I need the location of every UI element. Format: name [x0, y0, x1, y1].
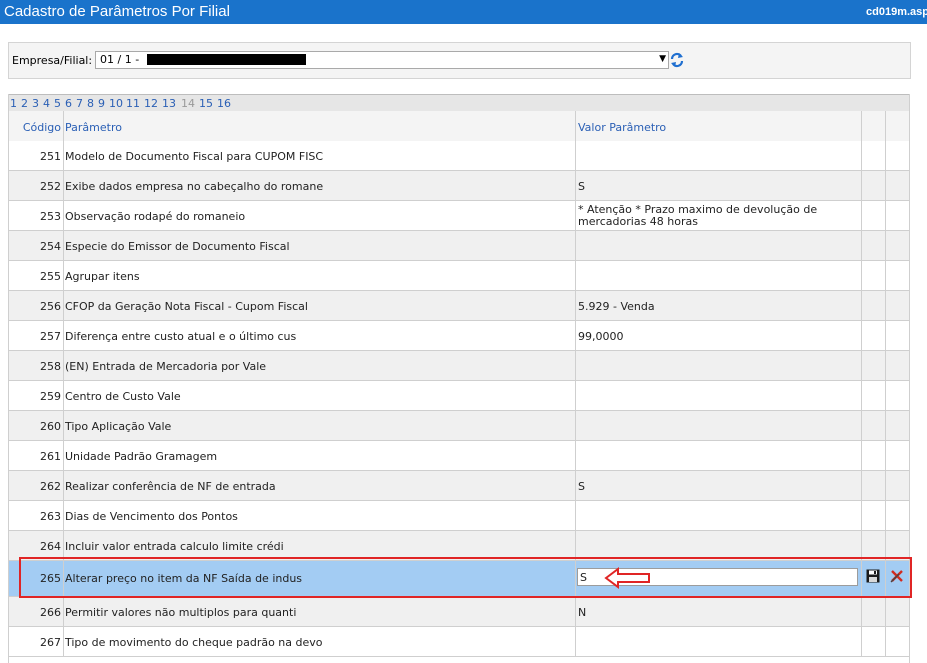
table-header: Código Parâmetro Valor Parâmetro [9, 111, 909, 142]
row-value: 99,0000 [578, 330, 624, 343]
empresa-filial-value: 01 / 1 - [100, 53, 140, 66]
row-param: Modelo de Documento Fiscal para CUPOM FI… [65, 150, 324, 163]
row-code: 252 [40, 180, 61, 193]
row-param: Dias de Vencimento dos Pontos [65, 510, 238, 523]
row-code: 254 [40, 240, 61, 253]
row-code: 263 [40, 510, 61, 523]
row-param: Especie do Emissor de Documento Fiscal [65, 240, 290, 253]
table-row[interactable]: 263 Dias de Vencimento dos Pontos [9, 501, 909, 531]
table-row[interactable]: 256 CFOP da Geração Nota Fiscal - Cupom … [9, 291, 909, 321]
row-code: 257 [40, 330, 61, 343]
page-link-7[interactable]: 7 [76, 97, 83, 110]
row-code: 253 [40, 210, 61, 223]
row-code: 266 [40, 606, 61, 619]
table-row[interactable]: 254 Especie do Emissor de Documento Fisc… [9, 231, 909, 261]
row-code: 267 [40, 636, 61, 649]
row-param: CFOP da Geração Nota Fiscal - Cupom Fisc… [65, 300, 308, 313]
empresa-filial-label: Empresa/Filial: [12, 54, 93, 67]
page-link-10[interactable]: 10 [109, 97, 123, 110]
table-row[interactable]: 258 (EN) Entrada de Mercadoria por Vale [9, 351, 909, 381]
page-link-9[interactable]: 9 [98, 97, 105, 110]
row-code: 262 [40, 480, 61, 493]
page-link-12[interactable]: 12 [144, 97, 158, 110]
row-value: N [578, 606, 587, 619]
row-code: 259 [40, 390, 61, 403]
row-param: Centro de Custo Vale [65, 390, 181, 403]
table-row[interactable]: 251 Modelo de Documento Fiscal para CUPO… [9, 141, 909, 171]
row-code: 264 [40, 540, 61, 553]
page-link-11[interactable]: 11 [126, 97, 140, 110]
row-code: 261 [40, 450, 61, 463]
redacted-company-name [147, 54, 306, 65]
row-code: 260 [40, 420, 61, 433]
header-param[interactable]: Parâmetro [65, 121, 122, 134]
row-param: Agrupar itens [65, 270, 140, 283]
page-link-4[interactable]: 4 [43, 97, 50, 110]
table-row[interactable]: 253 Observação rodapé do romaneio * Aten… [9, 201, 909, 231]
header-value[interactable]: Valor Parâmetro [578, 121, 666, 134]
row-param: Realizar conferência de NF de entrada [65, 480, 276, 493]
row-code: 258 [40, 360, 61, 373]
annotation-arrow-icon [604, 567, 650, 589]
empresa-filial-select[interactable]: 01 / 1 - ▼ [95, 51, 669, 69]
row-param: Tipo de movimento do cheque padrão na de… [65, 636, 323, 649]
table-row[interactable]: 267 Tipo de movimento do cheque padrão n… [9, 627, 909, 657]
page-link-6[interactable]: 6 [65, 97, 72, 110]
row-param: Incluir valor entrada calculo limite cré… [65, 540, 284, 553]
row-code: 251 [40, 150, 61, 163]
table-row[interactable]: 255 Agrupar itens [9, 261, 909, 291]
page-link-3[interactable]: 3 [32, 97, 39, 110]
row-param: Exibe dados empresa no cabeçalho do roma… [65, 180, 324, 193]
row-value: S [578, 180, 585, 193]
page-link-5[interactable]: 5 [54, 97, 61, 110]
page-link-16[interactable]: 16 [217, 97, 231, 110]
row-value: * Atenção * Prazo maximo de devolução de… [578, 203, 818, 228]
refresh-icon[interactable] [669, 51, 685, 69]
page-code: cd019m.asp [866, 6, 927, 18]
row-param: Unidade Padrão Gramagem [65, 450, 218, 463]
row-param: Tipo Aplicação Vale [65, 420, 172, 433]
table-row[interactable]: 266 Permitir valores não multiplos para … [9, 597, 909, 627]
row-code: 256 [40, 300, 61, 313]
table-row[interactable]: 257 Diferença entre custo atual e o últi… [9, 321, 909, 351]
header-code[interactable]: Código [23, 121, 61, 134]
table-row[interactable]: 262 Realizar conferência de NF de entrad… [9, 471, 909, 501]
pagination: 1 2 3 4 5 6 7 8 9 10 11 12 13 14 15 16 [9, 94, 909, 111]
page-link-8[interactable]: 8 [87, 97, 94, 110]
row-param: Permitir valores não multiplos para quan… [65, 606, 297, 619]
table-row[interactable]: 261 Unidade Padrão Gramagem [9, 441, 909, 471]
row-param: Diferença entre custo atual e o último c… [65, 330, 297, 343]
row-param: Observação rodapé do romaneio [65, 210, 246, 223]
page-title: Cadastro de Parâmetros Por Filial [4, 3, 230, 20]
row-code: 255 [40, 270, 61, 283]
filter-panel: Empresa/Filial: 01 / 1 - ▼ [8, 42, 911, 79]
page-link-1[interactable]: 1 [10, 97, 17, 110]
dropdown-arrow-icon[interactable]: ▼ [659, 54, 666, 64]
annotation-highlight-box [19, 557, 912, 598]
table-row[interactable]: 259 Centro de Custo Vale [9, 381, 909, 411]
table-row[interactable]: 260 Tipo Aplicação Vale [9, 411, 909, 441]
row-value: 5.929 - Venda [578, 300, 655, 313]
table-row[interactable]: 252 Exibe dados empresa no cabeçalho do … [9, 171, 909, 201]
row-value: S [578, 480, 585, 493]
page-current-14: 14 [181, 97, 195, 110]
page-link-2[interactable]: 2 [21, 97, 28, 110]
page-link-15[interactable]: 15 [199, 97, 213, 110]
page-link-13[interactable]: 13 [162, 97, 176, 110]
title-bar: Cadastro de Parâmetros Por Filial cd019m… [0, 0, 927, 24]
row-param: (EN) Entrada de Mercadoria por Vale [65, 360, 267, 373]
